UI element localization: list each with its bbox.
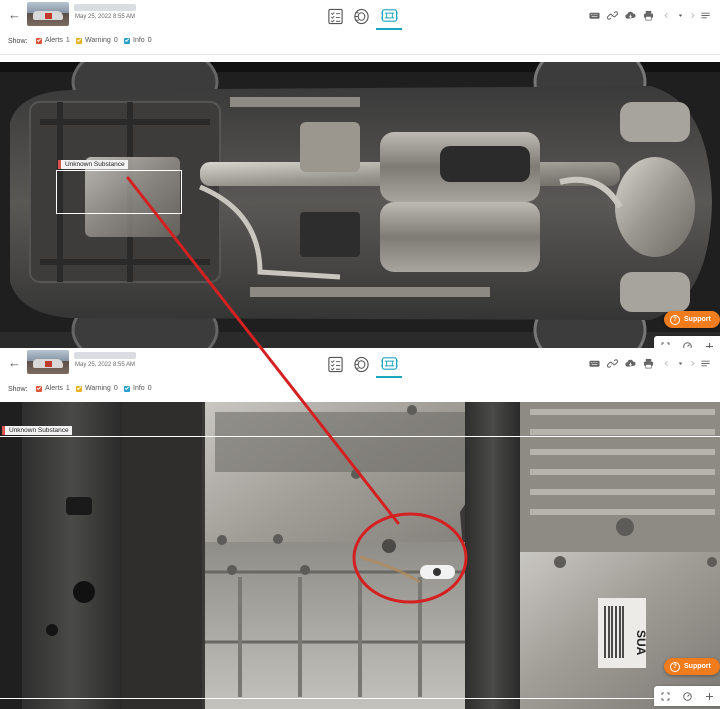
link-button[interactable] bbox=[605, 8, 619, 22]
show-label: Show: bbox=[8, 386, 28, 393]
tire-icon bbox=[353, 356, 369, 372]
undercarriage-icon bbox=[380, 9, 398, 22]
checklist-icon bbox=[327, 8, 343, 24]
checklist-icon bbox=[327, 356, 343, 372]
back-arrow-icon[interactable]: ← bbox=[8, 355, 21, 370]
tab-undercarriage[interactable] bbox=[376, 351, 402, 378]
filter-bar: Show: Alerts 1 Warning 0 Info 0 bbox=[0, 30, 720, 55]
download-button[interactable] bbox=[623, 356, 637, 370]
tab-checklist[interactable] bbox=[322, 3, 348, 29]
cloud-download-icon bbox=[624, 11, 636, 19]
undercarriage-icon bbox=[380, 357, 398, 370]
menu-icon bbox=[700, 12, 710, 18]
alert-region-line-bottom bbox=[0, 698, 720, 699]
keyboard-button[interactable] bbox=[587, 356, 601, 370]
dropdown-icon bbox=[678, 362, 682, 365]
show-label: Show: bbox=[8, 38, 28, 45]
next-arrow-icon bbox=[690, 360, 695, 366]
warning-checkbox[interactable] bbox=[76, 37, 82, 44]
alerts-checkbox[interactable] bbox=[36, 385, 42, 392]
link-button[interactable] bbox=[605, 356, 619, 370]
toolbar bbox=[587, 356, 712, 370]
next-button[interactable] bbox=[685, 356, 699, 370]
filter-warning[interactable]: Warning 0 bbox=[76, 37, 118, 44]
tab-undercarriage[interactable] bbox=[376, 3, 402, 30]
print-icon bbox=[643, 10, 653, 20]
filter-info[interactable]: Info 0 bbox=[124, 37, 152, 44]
redacted-vehicle-title bbox=[74, 352, 136, 359]
zoomed-component-image: SUA bbox=[0, 402, 720, 709]
previous-button[interactable] bbox=[659, 8, 673, 22]
toolbar bbox=[587, 8, 712, 22]
alert-region-line-top bbox=[0, 436, 720, 437]
keyboard-icon bbox=[588, 360, 600, 367]
prev-arrow-icon bbox=[663, 360, 668, 366]
alert-label[interactable]: Unknown Substance bbox=[2, 426, 72, 435]
cloud-download-icon bbox=[624, 359, 636, 367]
vehicle-thumbnail[interactable] bbox=[27, 2, 69, 26]
zoom-in-icon[interactable] bbox=[705, 692, 714, 701]
keyboard-button[interactable] bbox=[587, 8, 601, 22]
question-icon: ? bbox=[670, 661, 680, 672]
next-button[interactable] bbox=[685, 8, 699, 22]
scan-date: May 25, 2022 8:55 AM bbox=[75, 362, 136, 368]
fit-icon[interactable] bbox=[661, 692, 670, 701]
back-arrow-icon[interactable]: ← bbox=[8, 7, 21, 22]
link-icon bbox=[606, 10, 618, 20]
zoom-controls bbox=[654, 336, 720, 348]
warning-checkbox[interactable] bbox=[76, 385, 82, 392]
prev-arrow-icon bbox=[663, 12, 668, 18]
keyboard-icon bbox=[588, 12, 600, 19]
print-icon bbox=[643, 358, 653, 368]
scan-date: May 25, 2022 8:55 AM bbox=[75, 14, 136, 20]
filter-alerts[interactable]: Alerts 1 bbox=[36, 37, 70, 44]
vehicle-thumbnail[interactable] bbox=[27, 350, 69, 374]
tire-icon bbox=[353, 8, 369, 24]
alert-region-box[interactable] bbox=[56, 170, 182, 214]
support-button[interactable]: ? Support bbox=[664, 311, 720, 328]
menu-button[interactable] bbox=[698, 8, 712, 22]
undercarriage-scan-image[interactable]: Unknown Substance bbox=[0, 62, 720, 348]
app-header: ← May 25, 2022 8:55 AM bbox=[0, 0, 720, 30]
alert-label[interactable]: Unknown Substance bbox=[58, 160, 128, 169]
menu-button[interactable] bbox=[698, 356, 712, 370]
zoom-controls bbox=[654, 686, 720, 706]
tab-tires[interactable] bbox=[348, 3, 374, 29]
zoomed-panel: ← May 25, 2022 8:55 AM Show: Alerts 1 Wa… bbox=[0, 348, 720, 709]
tab-checklist[interactable] bbox=[322, 351, 348, 377]
gauge-icon[interactable] bbox=[682, 691, 692, 701]
redacted-vehicle-title bbox=[74, 4, 136, 11]
previous-button[interactable] bbox=[659, 356, 673, 370]
menu-icon bbox=[700, 360, 710, 366]
print-button[interactable] bbox=[641, 356, 655, 370]
dropdown-icon bbox=[678, 14, 682, 17]
filter-alerts[interactable]: Alerts 1 bbox=[36, 385, 70, 392]
download-button[interactable] bbox=[623, 8, 637, 22]
question-icon: ? bbox=[670, 314, 680, 325]
undercarriage-zoomed-image[interactable]: SUA Unknown Substance bbox=[0, 402, 720, 709]
info-checkbox[interactable] bbox=[124, 37, 130, 44]
sticker-label-text: SUA bbox=[634, 630, 648, 656]
filter-bar: Show: Alerts 1 Warning 0 Info 0 bbox=[0, 378, 720, 403]
overview-panel: ← May 25, 2022 8:55 AM Show: Alerts 1 Wa… bbox=[0, 0, 720, 348]
filter-info[interactable]: Info 0 bbox=[124, 385, 152, 392]
link-icon bbox=[606, 358, 618, 368]
next-arrow-icon bbox=[690, 12, 695, 18]
print-button[interactable] bbox=[641, 8, 655, 22]
tab-tires[interactable] bbox=[348, 351, 374, 377]
app-header: ← May 25, 2022 8:55 AM bbox=[0, 348, 720, 378]
info-checkbox[interactable] bbox=[124, 385, 130, 392]
filter-warning[interactable]: Warning 0 bbox=[76, 385, 118, 392]
alerts-checkbox[interactable] bbox=[36, 37, 42, 44]
support-button[interactable]: ? Support bbox=[664, 658, 720, 675]
